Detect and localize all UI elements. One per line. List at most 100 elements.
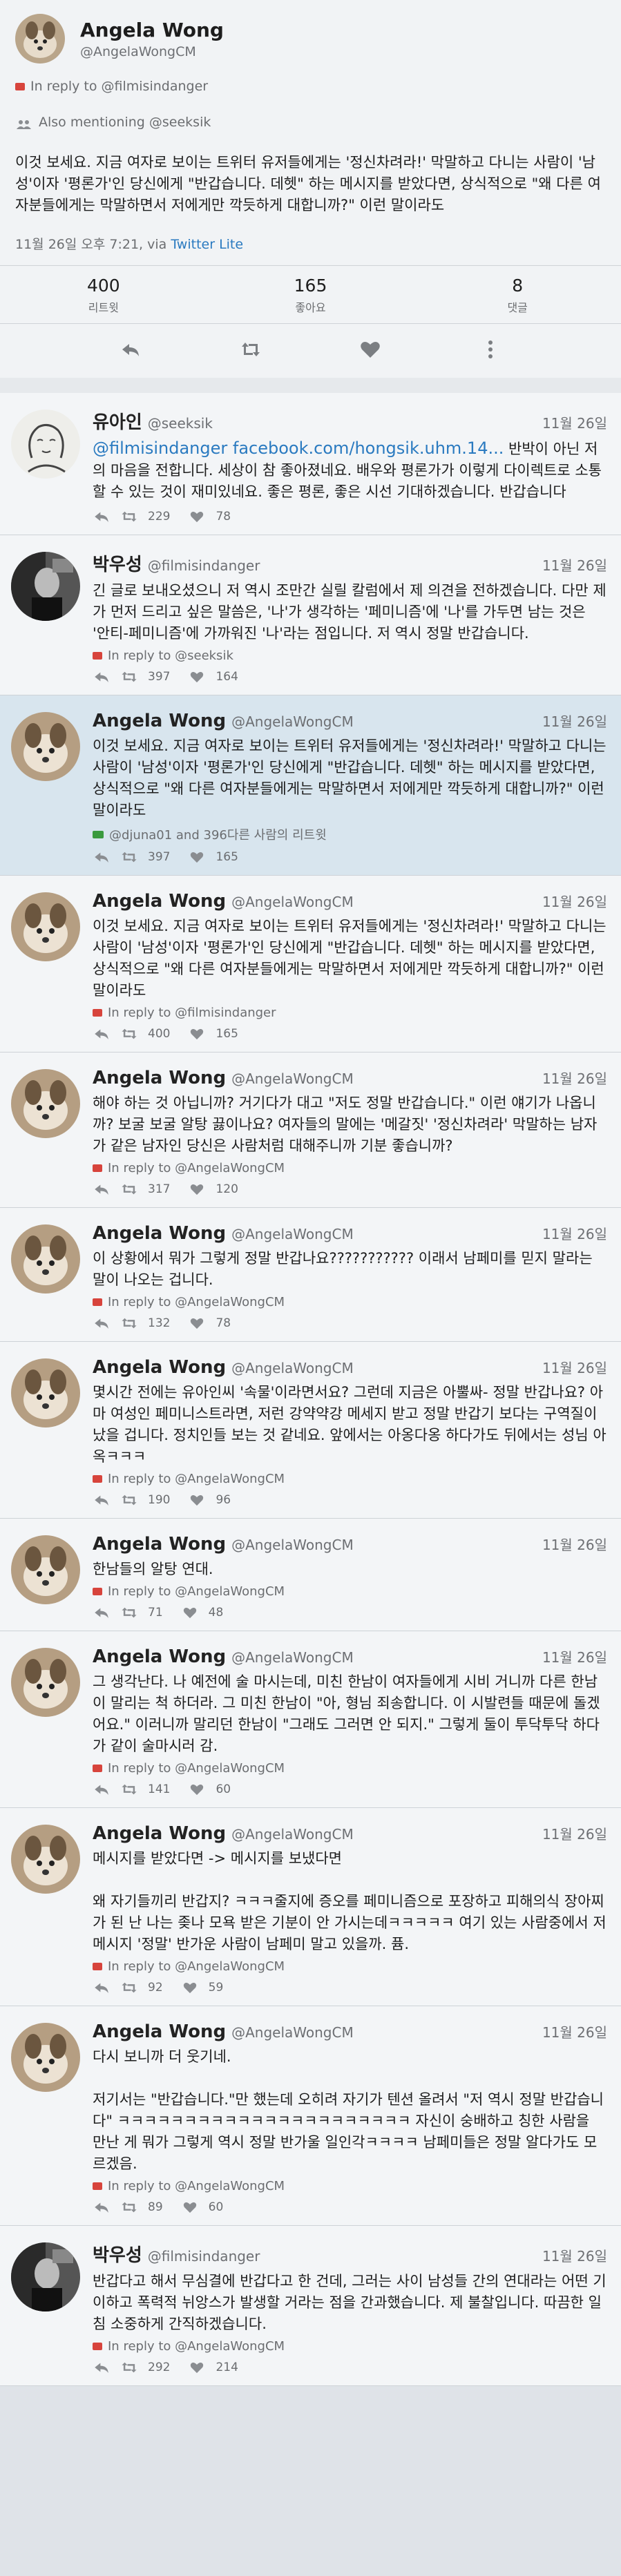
reply-author-name[interactable]: Angela Wong <box>93 1357 226 1378</box>
heart-icon[interactable] <box>188 671 206 683</box>
retweet-icon[interactable] <box>120 510 138 523</box>
reply-context[interactable]: In reply to @seeksik <box>93 648 607 663</box>
author-handle[interactable]: @AngelaWongCM <box>80 44 224 59</box>
also-mentioning[interactable]: Also mentioning @seeksik <box>15 115 606 130</box>
reply-tweet[interactable]: 박우성 @filmisindanger 11월 26일 긴 글로 보내오셨으니 … <box>0 535 621 695</box>
reply-author-handle[interactable]: @seeksik <box>148 415 213 432</box>
reply-author-handle[interactable]: @AngelaWongCM <box>231 894 354 910</box>
heart-icon[interactable] <box>181 1981 199 1994</box>
avatar[interactable] <box>11 552 80 621</box>
reply-context[interactable]: In reply to @AngelaWongCM <box>93 1161 607 1175</box>
retweet-icon[interactable] <box>120 1317 138 1329</box>
via-client-link[interactable]: Twitter Lite <box>171 237 243 252</box>
heart-icon[interactable] <box>188 1183 206 1195</box>
reply-author-name[interactable]: Angela Wong <box>93 1646 226 1667</box>
reply-author-handle[interactable]: @AngelaWongCM <box>231 1537 354 1553</box>
avatar[interactable] <box>11 1648 80 1717</box>
avatar[interactable] <box>11 1358 80 1428</box>
avatar[interactable] <box>11 2242 80 2311</box>
reply-author-handle[interactable]: @AngelaWongCM <box>231 1070 354 1087</box>
reply-icon[interactable] <box>93 671 111 683</box>
reply-context[interactable]: @djuna01 and 396다른 사람의 리트윗 <box>93 825 607 843</box>
reply-author-name[interactable]: Angela Wong <box>93 2021 226 2042</box>
avatar[interactable] <box>11 2023 80 2092</box>
retweet-button[interactable] <box>237 338 265 361</box>
heart-icon[interactable] <box>181 1606 199 1619</box>
reply-icon[interactable] <box>93 1783 111 1796</box>
heart-icon[interactable] <box>181 2201 199 2213</box>
reply-icon[interactable] <box>93 1317 111 1329</box>
retweet-icon[interactable] <box>120 1981 138 1994</box>
reply-tweet[interactable]: 박우성 @filmisindanger 11월 26일 반갑다고 해서 무심결에… <box>0 2226 621 2386</box>
reply-author-name[interactable]: 박우성 <box>93 2241 142 2267</box>
avatar[interactable] <box>11 1069 80 1138</box>
reply-tweet[interactable]: Angela Wong @AngelaWongCM 11월 26일 그 생각난다… <box>0 1631 621 1808</box>
retweet-icon[interactable] <box>120 851 138 863</box>
reply-context[interactable]: In reply to @AngelaWongCM <box>93 1959 607 1974</box>
like-stat[interactable]: 165 좋아요 <box>207 276 414 315</box>
reply-button[interactable] <box>117 338 144 361</box>
reply-author-handle[interactable]: @filmisindanger <box>148 557 260 574</box>
reply-icon[interactable] <box>93 851 111 863</box>
reply-context[interactable]: In reply to @AngelaWongCM <box>93 1761 607 1776</box>
retweet-icon[interactable] <box>120 1783 138 1796</box>
reply-icon[interactable] <box>93 510 111 523</box>
reply-author-handle[interactable]: @AngelaWongCM <box>231 1649 354 1666</box>
reply-context[interactable]: In reply to @AngelaWongCM <box>93 2179 607 2193</box>
reply-tweet[interactable]: Angela Wong @AngelaWongCM 11월 26일 이것 보세요… <box>0 876 621 1052</box>
reply-icon[interactable] <box>93 1028 111 1040</box>
reply-author-handle[interactable]: @AngelaWongCM <box>231 1360 354 1376</box>
heart-icon[interactable] <box>188 851 206 863</box>
heart-icon[interactable] <box>188 1028 206 1040</box>
reply-author-name[interactable]: Angela Wong <box>93 711 226 731</box>
avatar[interactable] <box>11 892 80 961</box>
reply-tweet[interactable]: Angela Wong @AngelaWongCM 11월 26일 해야 하는 … <box>0 1052 621 1208</box>
avatar[interactable] <box>11 1535 80 1604</box>
avatar[interactable] <box>11 1825 80 1894</box>
reply-context[interactable]: In reply to @AngelaWongCM <box>93 1584 607 1599</box>
heart-icon[interactable] <box>188 510 206 523</box>
retweet-icon[interactable] <box>120 2361 138 2374</box>
reply-author-handle[interactable]: @filmisindanger <box>148 2248 260 2265</box>
reply-tweet[interactable]: Angela Wong @AngelaWongCM 11월 26일 몇시간 전에… <box>0 1342 621 1519</box>
reply-tweet[interactable]: Angela Wong @AngelaWongCM 11월 26일 이 상황에서… <box>0 1208 621 1342</box>
reply-tweet[interactable]: 유아인 @seeksik 11월 26일 @filmisindanger fac… <box>0 393 621 535</box>
retweet-icon[interactable] <box>120 1028 138 1040</box>
reply-tweet[interactable]: Angela Wong @AngelaWongCM 11월 26일 이것 보세요… <box>0 695 621 876</box>
in-reply-to[interactable]: In reply to @filmisindanger <box>15 79 606 94</box>
heart-icon[interactable] <box>188 1317 206 1329</box>
reply-context[interactable]: In reply to @filmisindanger <box>93 1006 607 1020</box>
reply-author-name[interactable]: Angela Wong <box>93 891 226 912</box>
retweet-stat[interactable]: 400 리트윗 <box>0 276 207 315</box>
avatar[interactable] <box>15 14 65 64</box>
reply-icon[interactable] <box>93 1981 111 1994</box>
author-name[interactable]: Angela Wong <box>80 19 224 41</box>
reply-author-name[interactable]: Angela Wong <box>93 1223 226 1244</box>
reply-author-name[interactable]: Angela Wong <box>93 1068 226 1088</box>
comment-stat[interactable]: 8 댓글 <box>414 276 621 315</box>
reply-author-handle[interactable]: @AngelaWongCM <box>231 1226 354 1242</box>
reply-icon[interactable] <box>93 1494 111 1506</box>
retweet-icon[interactable] <box>120 1183 138 1195</box>
retweet-icon[interactable] <box>120 2201 138 2213</box>
reply-icon[interactable] <box>93 1183 111 1195</box>
reply-author-name[interactable]: Angela Wong <box>93 1823 226 1844</box>
reply-icon[interactable] <box>93 2361 111 2374</box>
reply-tweet[interactable]: Angela Wong @AngelaWongCM 11월 26일 다시 보니까… <box>0 2006 621 2226</box>
avatar[interactable] <box>11 712 80 781</box>
reply-context[interactable]: In reply to @AngelaWongCM <box>93 2339 607 2354</box>
reply-icon[interactable] <box>93 2201 111 2213</box>
retweet-icon[interactable] <box>120 671 138 683</box>
reply-author-name[interactable]: 박우성 <box>93 550 142 576</box>
reply-author-name[interactable]: Angela Wong <box>93 1534 226 1555</box>
reply-author-handle[interactable]: @AngelaWongCM <box>231 713 354 730</box>
reply-author-handle[interactable]: @AngelaWongCM <box>231 2024 354 2041</box>
avatar[interactable] <box>11 1224 80 1294</box>
retweet-icon[interactable] <box>120 1494 138 1506</box>
more-button[interactable] <box>477 338 504 361</box>
reply-author-name[interactable]: 유아인 <box>93 408 142 434</box>
reply-tweet[interactable]: Angela Wong @AngelaWongCM 11월 26일 메시지를 받… <box>0 1808 621 2006</box>
reply-tweet[interactable]: Angela Wong @AngelaWongCM 11월 26일 한남들의 알… <box>0 1519 621 1631</box>
avatar[interactable] <box>11 410 80 479</box>
heart-icon[interactable] <box>188 2361 206 2374</box>
